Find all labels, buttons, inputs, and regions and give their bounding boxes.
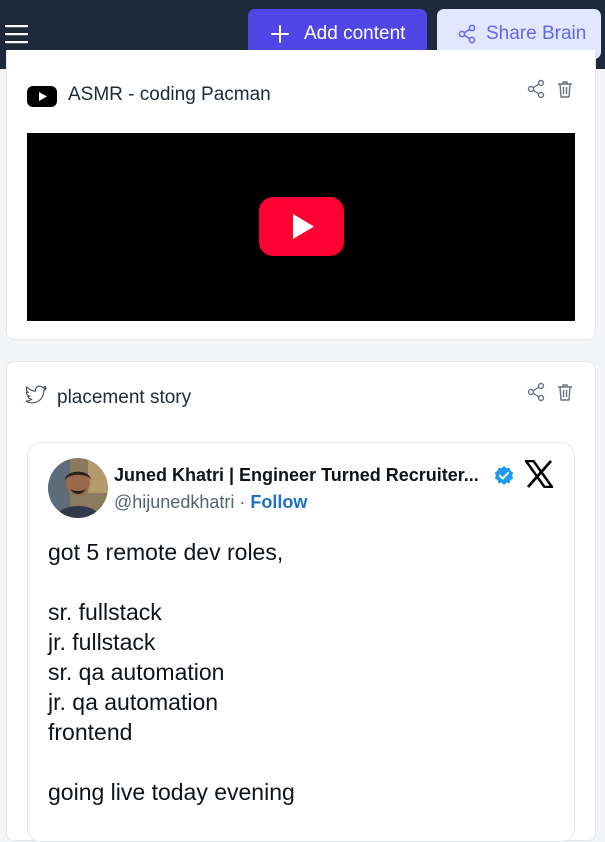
separator: · [234, 492, 251, 512]
tweet-author-name[interactable]: Juned Khatri | Engineer Turned Recruiter… [114, 465, 479, 486]
share-brain-label: Share Brain [486, 23, 587, 44]
share-icon[interactable] [526, 79, 546, 99]
menu-icon[interactable] [5, 24, 28, 44]
tweet-text: got 5 remote dev roles, sr. fullstack jr… [48, 539, 295, 805]
share-icon[interactable] [526, 382, 546, 402]
follow-link[interactable]: Follow [250, 492, 307, 512]
avatar[interactable] [48, 458, 108, 518]
card-title: placement story [57, 387, 192, 408]
trash-icon[interactable] [555, 79, 575, 99]
add-content-label: Add content [304, 23, 406, 44]
youtube-icon [27, 86, 57, 107]
tweet-handle-row: @hijunedkhatri · Follow [114, 492, 307, 513]
tweet-embed[interactable]: Juned Khatri | Engineer Turned Recruiter… [27, 442, 575, 842]
youtube-video-embed[interactable] [27, 133, 575, 321]
verified-badge-icon [494, 466, 514, 485]
trash-icon[interactable] [555, 382, 575, 402]
tweet-handle[interactable]: @hijunedkhatri [114, 492, 234, 512]
twitter-bird-icon [26, 385, 47, 404]
share-icon [458, 24, 476, 44]
card-title: ASMR - coding Pacman [68, 84, 271, 105]
plus-icon [271, 25, 289, 43]
x-logo-icon[interactable] [524, 460, 554, 488]
play-icon[interactable] [259, 197, 344, 256]
